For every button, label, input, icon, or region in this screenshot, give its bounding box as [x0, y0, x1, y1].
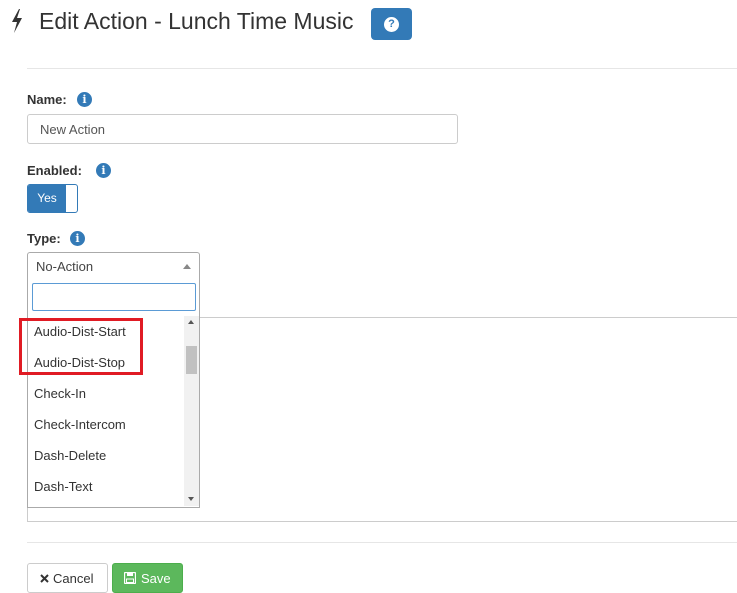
scrollbar-thumb[interactable] [186, 346, 197, 374]
type-label: Type: [27, 231, 61, 246]
cancel-button[interactable]: Cancel [27, 563, 108, 593]
option-dash-text[interactable]: Dash-Text [34, 479, 93, 494]
info-icon: i [96, 163, 111, 178]
save-label: Save [141, 571, 171, 586]
enabled-toggle[interactable]: Yes [27, 184, 78, 213]
toggle-on-label: Yes [28, 185, 66, 212]
scroll-down-arrow-icon[interactable] [188, 497, 194, 501]
name-input[interactable] [27, 114, 458, 144]
enabled-label: Enabled: [27, 163, 82, 178]
option-dash-delete[interactable]: Dash-Delete [34, 448, 106, 463]
divider [27, 542, 737, 543]
type-selected-value: No-Action [36, 259, 94, 274]
type-search-input[interactable] [32, 283, 196, 311]
save-button[interactable]: Save [112, 563, 183, 593]
page-title: Edit Action - Lunch Time Music [39, 8, 354, 34]
info-icon: i [70, 231, 85, 246]
scroll-up-arrow-icon[interactable] [188, 320, 194, 324]
highlight-box [19, 318, 143, 375]
info-icon: i [77, 92, 92, 107]
question-circle-icon: ? [384, 17, 399, 32]
bolt-icon [12, 9, 22, 33]
help-button[interactable]: ? [371, 8, 412, 40]
divider [27, 68, 737, 69]
chevron-up-icon [183, 264, 191, 269]
name-label: Name: [27, 92, 67, 107]
option-check-in[interactable]: Check-In [34, 386, 86, 401]
floppy-disk-icon [124, 572, 136, 584]
type-dropdown: Audio-Dist-Start Audio-Dist-Stop Check-I… [27, 278, 200, 508]
close-icon [40, 574, 49, 583]
option-check-intercom[interactable]: Check-Intercom [34, 417, 126, 432]
dropdown-scrollbar[interactable] [184, 316, 199, 506]
type-select[interactable]: No-Action [27, 252, 200, 279]
cancel-label: Cancel [53, 571, 94, 586]
